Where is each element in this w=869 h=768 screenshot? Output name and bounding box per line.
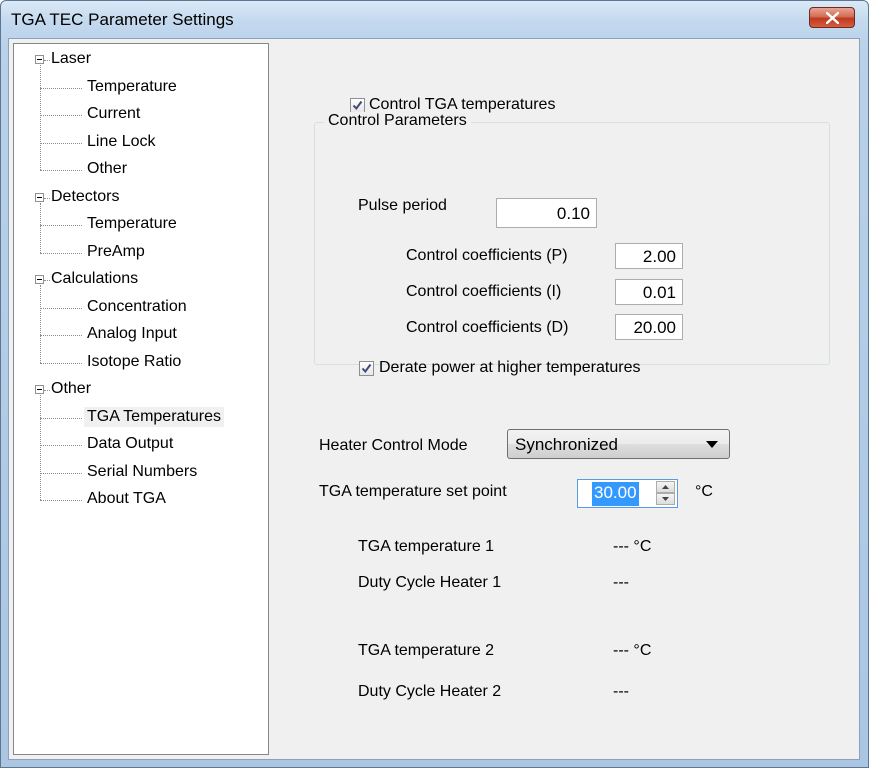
control-tga-checkbox[interactable] (350, 98, 365, 113)
tree-expander-icon[interactable] (35, 192, 44, 202)
tree-connector (40, 445, 82, 446)
tga-temp-1-label: TGA temperature 1 (358, 538, 495, 555)
coef-d-input[interactable]: 20.00 (615, 314, 683, 340)
tree-item-concentration[interactable]: Concentration (84, 297, 190, 317)
tree-item-data-output[interactable]: Data Output (84, 434, 176, 454)
tree-expander-icon[interactable] (35, 275, 44, 284)
tree-item-laser[interactable]: Laser (48, 49, 94, 69)
pulse-period-label: Pulse period (358, 197, 447, 214)
tree-connector (40, 225, 82, 226)
duty-cycle-1-label: Duty Cycle Heater 1 (358, 574, 502, 591)
tree-connector (40, 307, 82, 309)
tree-item-serial-numbers[interactable]: Serial Numbers (84, 462, 200, 482)
tree-item-other[interactable]: Other (84, 159, 130, 179)
tree-item-isotope-ratio[interactable]: Isotope Ratio (84, 352, 184, 372)
tree-connector (40, 500, 82, 501)
tree-item-line-lock[interactable]: Line Lock (84, 132, 159, 152)
arrow-down-icon (662, 497, 669, 501)
title-bar[interactable]: TGA TEC Parameter Settings (1, 1, 868, 39)
tree-connector (40, 87, 82, 89)
tree-expander-icon[interactable] (35, 55, 44, 64)
tga-temp-2-value: --- °C (613, 642, 652, 659)
tree-item-tga-temperatures[interactable]: TGA Temperatures (84, 406, 224, 427)
tree-item-temperature[interactable]: Temperature (84, 77, 180, 97)
pulse-period-input[interactable]: 0.10 (496, 198, 597, 228)
close-icon (826, 12, 839, 24)
tree-connector (40, 65, 41, 170)
tree-item-calculations[interactable]: Calculations (48, 269, 141, 289)
tree-item-about-tga[interactable]: About TGA (84, 489, 169, 509)
coef-i-label: Control coefficients (I) (406, 283, 562, 300)
checkmark-icon (352, 100, 363, 111)
tree-connector (40, 142, 82, 144)
tga-temp-1-value: --- °C (613, 538, 652, 555)
tga-temp-2-label: TGA temperature 2 (358, 642, 495, 659)
dialog-window: TGA TEC Parameter Settings Laser Temperat… (0, 0, 869, 768)
spin-up-button[interactable] (656, 481, 675, 493)
duty-cycle-2-label: Duty Cycle Heater 2 (358, 683, 502, 700)
coef-i-input[interactable]: 0.01 (615, 279, 683, 305)
tree-item-other[interactable]: Other (48, 379, 94, 399)
checkmark-icon (361, 363, 372, 374)
tree-connector (40, 115, 82, 116)
coef-p-input[interactable]: 2.00 (615, 243, 683, 269)
settings-tree[interactable]: Laser Temperature Current Line Lock Other Det… (13, 43, 269, 755)
control-parameters-title: Control Parameters (324, 112, 471, 130)
coef-p-label: Control coefficients (P) (406, 247, 568, 264)
duty-cycle-2-value: --- (613, 683, 629, 700)
tree-connector (40, 472, 82, 474)
tree-connector (40, 170, 82, 171)
derate-power-label[interactable]: Derate power at higher temperatures (379, 359, 640, 377)
tree-connector (40, 252, 82, 254)
heater-mode-value: Synchronized (515, 435, 619, 454)
duty-cycle-1-value: --- (613, 574, 629, 591)
control-parameters-group (314, 122, 830, 365)
tree-connector (40, 417, 82, 419)
spin-down-button[interactable] (656, 493, 675, 505)
close-button[interactable] (809, 7, 855, 28)
tree-item-preamp[interactable]: PreAmp (84, 242, 148, 262)
tree-item-detectors[interactable]: Detectors (48, 187, 122, 207)
heater-mode-label: Heater Control Mode (319, 437, 468, 454)
setpoint-unit: °C (695, 483, 713, 500)
tree-connector (40, 285, 41, 363)
tree-connector (40, 335, 82, 336)
tree-item-analog-input[interactable]: Analog Input (84, 324, 180, 344)
heater-mode-dropdown[interactable]: Synchronized (507, 429, 730, 459)
tree-connector (40, 202, 41, 253)
derate-power-checkbox[interactable] (359, 361, 374, 376)
arrow-up-icon (662, 485, 669, 489)
window-title: TGA TEC Parameter Settings (11, 10, 234, 29)
setpoint-label: TGA temperature set point (319, 483, 507, 500)
tree-connector (40, 395, 41, 500)
chevron-down-icon (706, 441, 718, 448)
setpoint-input[interactable]: 30.00 (592, 482, 639, 506)
tree-item-current[interactable]: Current (84, 104, 143, 124)
tree-connector (40, 362, 82, 364)
coef-d-label: Control coefficients (D) (406, 319, 569, 336)
setpoint-spinbox[interactable]: 30.00 (577, 479, 678, 508)
tree-expander-icon[interactable] (35, 385, 44, 394)
tree-item-temperature[interactable]: Temperature (84, 214, 180, 234)
